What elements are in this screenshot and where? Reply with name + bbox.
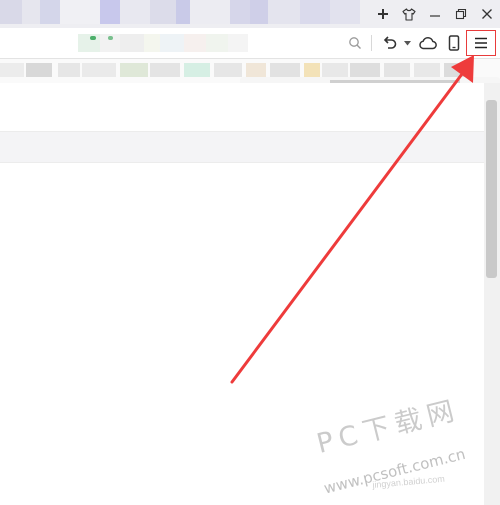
scrollbar-thumb[interactable] xyxy=(486,100,497,278)
page-content xyxy=(0,83,500,505)
blurred-tab[interactable] xyxy=(150,0,176,24)
close-icon[interactable] xyxy=(474,0,500,28)
blurred-tab[interactable] xyxy=(40,0,60,24)
plus-icon[interactable] xyxy=(370,0,396,28)
menu-button[interactable] xyxy=(466,30,496,56)
blurred-bookmark[interactable] xyxy=(444,63,468,77)
blurred-tab[interactable] xyxy=(268,0,300,24)
blurred-bookmark[interactable] xyxy=(26,63,52,77)
cloud-icon[interactable] xyxy=(414,28,440,58)
blurred-tab[interactable] xyxy=(100,0,120,24)
blurred-bookmark[interactable] xyxy=(214,63,242,77)
blurred-tab[interactable] xyxy=(250,0,268,24)
blurred-address[interactable] xyxy=(120,34,144,52)
blurred-bookmark[interactable] xyxy=(384,63,410,77)
blurred-address[interactable] xyxy=(206,34,228,52)
divider xyxy=(371,35,372,51)
browser-window: PC下载网 www.pcsoft.com.cn jingyan.baidu.co… xyxy=(0,0,500,505)
blurred-bookmark[interactable] xyxy=(184,63,210,77)
blurred-tab[interactable] xyxy=(230,0,250,24)
blurred-bookmark[interactable] xyxy=(246,63,266,77)
blurred-bookmark[interactable] xyxy=(350,63,380,77)
blurred-bookmark[interactable] xyxy=(414,63,440,77)
blurred-tab[interactable] xyxy=(22,0,40,24)
phone-icon[interactable] xyxy=(443,28,465,58)
blurred-bookmark[interactable] xyxy=(270,63,300,77)
window-controls xyxy=(370,0,500,28)
blurred-tab[interactable] xyxy=(120,0,150,24)
blurred-tab[interactable] xyxy=(330,0,360,24)
blurred-address[interactable] xyxy=(160,34,184,52)
minimize-icon[interactable] xyxy=(422,0,448,28)
blurred-address[interactable] xyxy=(228,34,248,52)
blurred-tab[interactable] xyxy=(0,0,22,24)
blurred-tab[interactable] xyxy=(300,0,330,24)
blurred-address[interactable] xyxy=(78,34,100,52)
content-header-band xyxy=(0,131,484,163)
blurred-tab[interactable] xyxy=(190,0,230,24)
blurred-bookmark[interactable] xyxy=(58,63,80,77)
chevron-down-icon[interactable] xyxy=(401,28,413,58)
undo-icon[interactable] xyxy=(378,28,402,58)
hamburger-menu-icon xyxy=(475,37,487,49)
blurred-bookmark[interactable] xyxy=(150,63,180,77)
blurred-bookmark[interactable] xyxy=(82,63,116,77)
tshirt-icon[interactable] xyxy=(396,0,422,28)
blurred-bookmark[interactable] xyxy=(322,63,348,77)
blurred-address[interactable] xyxy=(184,34,206,52)
blurred-bookmark[interactable] xyxy=(120,63,148,77)
tab-strip xyxy=(0,0,500,28)
blurred-address[interactable] xyxy=(144,34,160,52)
blurred-bookmark[interactable] xyxy=(0,63,24,77)
search-icon[interactable] xyxy=(344,28,366,58)
blurred-bookmark[interactable] xyxy=(304,63,320,77)
toolbar xyxy=(0,28,500,59)
restore-icon[interactable] xyxy=(448,0,474,28)
blurred-tab[interactable] xyxy=(60,0,100,24)
blurred-tab[interactable] xyxy=(176,0,190,24)
